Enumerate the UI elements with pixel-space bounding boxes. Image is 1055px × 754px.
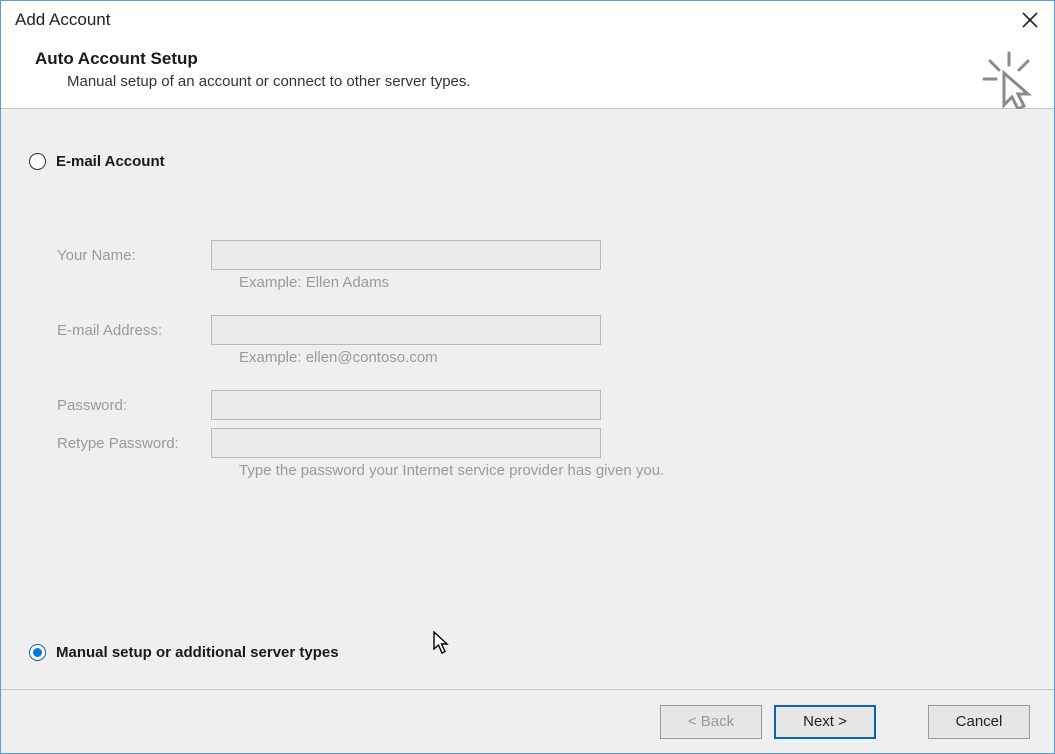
input-email-address: [211, 315, 601, 345]
label-your-name: Your Name:: [57, 247, 211, 264]
header-title: Auto Account Setup: [35, 49, 1036, 69]
input-password: [211, 390, 601, 420]
hint-retype-password: Type the password your Internet service …: [239, 462, 1026, 479]
add-account-dialog: Add Account Auto Account Setup Manual se…: [0, 0, 1055, 754]
dialog-body: E-mail Account Your Name: Example: Ellen…: [1, 109, 1054, 689]
dialog-footer: < Back Next > Cancel: [1, 689, 1054, 753]
radio-email-label: E-mail Account: [56, 153, 165, 170]
titlebar: Add Account: [1, 1, 1054, 39]
dialog-header: Auto Account Setup Manual setup of an ac…: [1, 39, 1054, 109]
close-button[interactable]: [1016, 6, 1044, 34]
cancel-button[interactable]: Cancel: [928, 705, 1030, 739]
radio-manual-label: Manual setup or additional server types: [56, 644, 339, 661]
input-your-name: [211, 240, 601, 270]
row-your-name: Your Name:: [57, 240, 1026, 270]
back-button: < Back: [660, 705, 762, 739]
window-title: Add Account: [15, 10, 110, 30]
header-subtitle: Manual setup of an account or connect to…: [35, 73, 1036, 90]
radio-manual-setup[interactable]: Manual setup or additional server types: [29, 644, 339, 661]
label-retype-password: Retype Password:: [57, 435, 211, 452]
hint-email-address: Example: ellen@contoso.com: [239, 349, 1026, 366]
radio-email-account[interactable]: E-mail Account: [29, 153, 1026, 170]
radio-dot-icon: [33, 648, 42, 657]
row-password: Password:: [57, 390, 1026, 420]
row-retype-password: Retype Password:: [57, 428, 1026, 458]
mouse-cursor-icon: [433, 631, 451, 659]
radio-icon: [29, 644, 46, 661]
next-button[interactable]: Next >: [774, 705, 876, 739]
radio-icon: [29, 153, 46, 170]
close-icon: [1022, 12, 1038, 28]
row-email-address: E-mail Address:: [57, 315, 1026, 345]
label-password: Password:: [57, 397, 211, 414]
cursor-click-icon: [982, 51, 1036, 117]
input-retype-password: [211, 428, 601, 458]
hint-your-name: Example: Ellen Adams: [239, 274, 1026, 291]
label-email-address: E-mail Address:: [57, 322, 211, 339]
email-form: Your Name: Example: Ellen Adams E-mail A…: [57, 240, 1026, 479]
